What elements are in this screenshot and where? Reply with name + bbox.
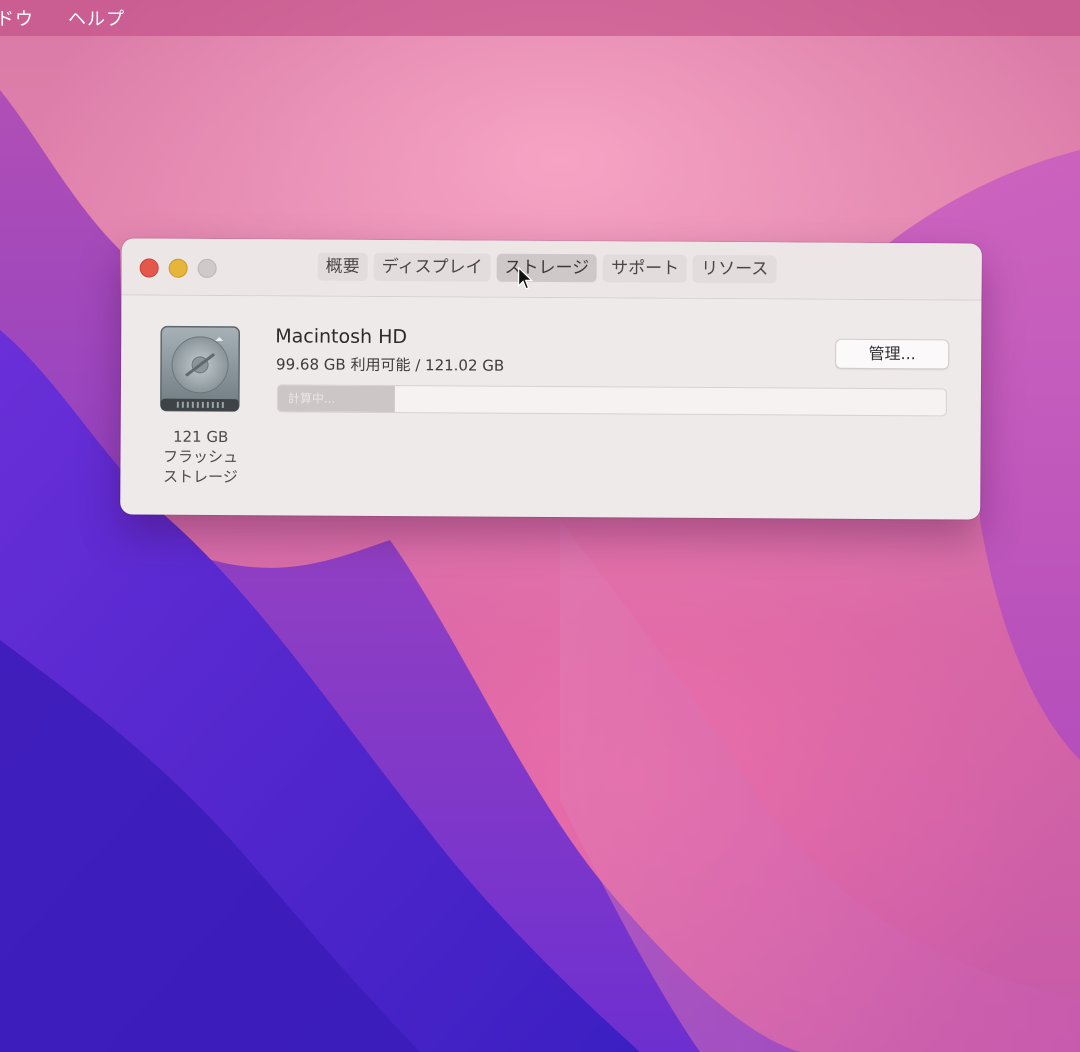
disk-size: 121 GB [172, 427, 229, 447]
volume-capacity: 99.68 GB 利用可能 / 121.02 GB [276, 355, 505, 375]
manage-button[interactable]: 管理... [835, 338, 950, 370]
close-button[interactable] [139, 258, 159, 278]
internal-drive-icon [160, 325, 241, 412]
desktop: ドウ ヘルプ 概要 ディスプレイ ストレージ サポート リソース 121 GB … [0, 0, 1080, 1052]
volume-name: Macintosh HD [275, 325, 408, 349]
disk-type-line2: ストレージ [162, 467, 238, 487]
disk-type-line1: フラッシュ [162, 447, 239, 467]
about-this-mac-window: 概要 ディスプレイ ストレージ サポート リソース 121 GB フラッシュ ス… [120, 238, 982, 520]
mouse-pointer-icon [517, 266, 534, 290]
tab-support[interactable]: サポート [603, 254, 688, 283]
menu-bar: ドウ ヘルプ [0, 0, 1080, 36]
tab-overview[interactable]: 概要 [317, 252, 368, 281]
tab-storage[interactable]: ストレージ [496, 253, 598, 283]
storage-status-text: 計算中... [287, 391, 336, 406]
minimize-button[interactable] [168, 258, 188, 278]
wallpaper [0, 90, 1080, 1052]
disk-caption: 121 GB フラッシュ ストレージ [150, 427, 250, 488]
window-titlebar: 概要 ディスプレイ ストレージ サポート リソース [121, 238, 982, 301]
tab-resources[interactable]: リソース [693, 254, 777, 284]
tab-display[interactable]: ディスプレイ [373, 252, 491, 282]
tab-bar: 概要 ディスプレイ ストレージ サポート リソース [317, 252, 777, 284]
menu-help[interactable]: ヘルプ [68, 5, 125, 31]
menu-window[interactable]: ドウ [0, 5, 34, 31]
storage-usage-bar: 計算中... [276, 384, 947, 417]
zoom-button [197, 258, 217, 278]
